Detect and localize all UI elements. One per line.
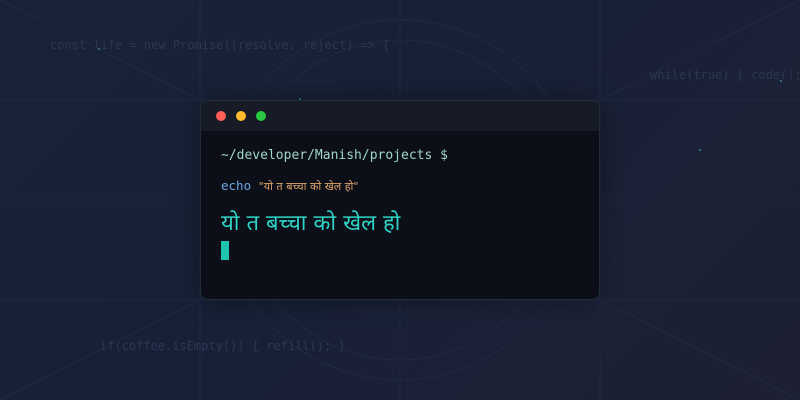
background-dot bbox=[699, 149, 701, 151]
background-code-snippet: while(true) { code(); } bbox=[650, 68, 800, 82]
minimize-button[interactable] bbox=[236, 111, 246, 121]
command-name: echo bbox=[221, 178, 252, 193]
command-line: echo "यो त बच्चा को खेल हो" bbox=[221, 178, 358, 194]
terminal-body[interactable]: ~/developer/Manish/projects $ echo "यो त… bbox=[221, 131, 579, 299]
maximize-button[interactable] bbox=[256, 111, 266, 121]
terminal-titlebar[interactable] bbox=[201, 101, 599, 131]
command-output: यो त बच्चा को खेल हो bbox=[221, 211, 401, 236]
close-button[interactable] bbox=[216, 111, 226, 121]
background-code-snippet: const life = new Promise((resolve, rejec… bbox=[50, 38, 390, 52]
terminal-window[interactable]: ~/developer/Manish/projects $ echo "यो त… bbox=[200, 100, 600, 300]
background-code-snippet: if(coffee.isEmpty()) { refill(); } bbox=[100, 339, 346, 353]
background-dot bbox=[780, 80, 782, 82]
command-argument: "यो त बच्चा को खेल हो" bbox=[258, 180, 359, 193]
background-dot bbox=[98, 48, 100, 50]
shell-prompt: ~/developer/Manish/projects $ bbox=[221, 148, 448, 163]
text-cursor bbox=[221, 241, 229, 260]
